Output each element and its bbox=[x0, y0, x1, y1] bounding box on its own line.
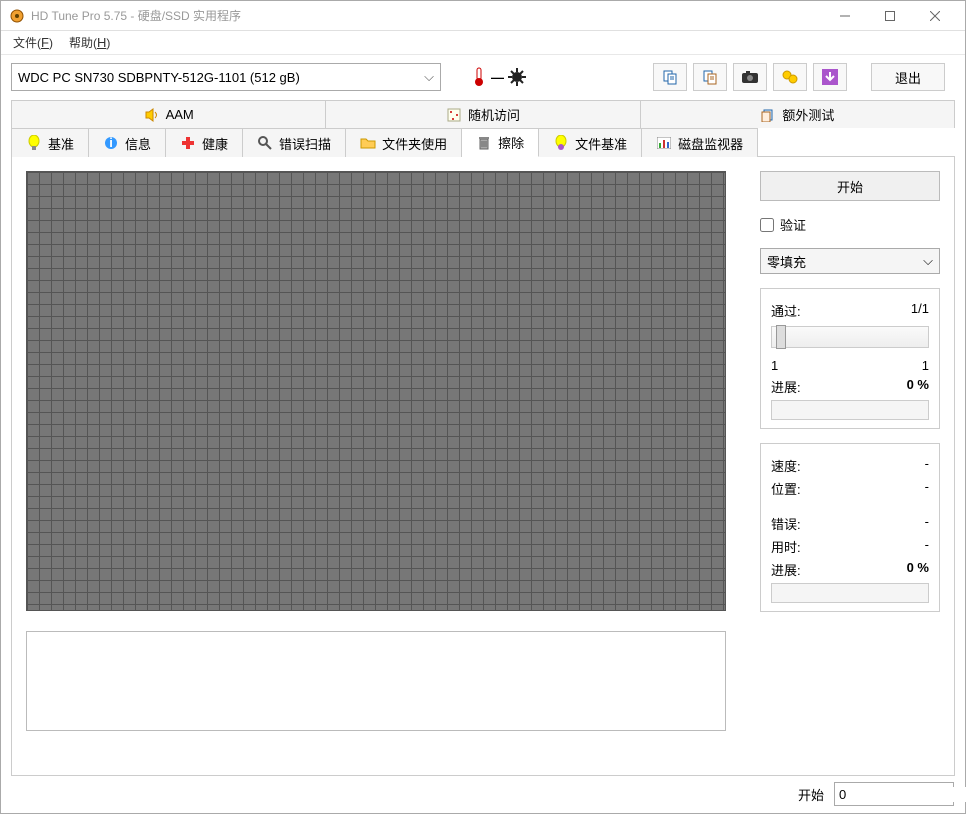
copy-info-button[interactable] bbox=[693, 63, 727, 91]
minimize-button[interactable] bbox=[822, 1, 867, 30]
speaker-icon bbox=[144, 107, 160, 123]
titlebar: HD Tune Pro 5.75 - 硬盘/SSD 实用程序 bbox=[1, 1, 965, 31]
speed-value: - bbox=[925, 456, 929, 475]
overall-progress-bar bbox=[771, 583, 929, 603]
tab-info[interactable]: i信息 bbox=[89, 128, 166, 157]
temp-dash: — bbox=[491, 70, 504, 85]
erase-panel: 开始 验证 零填充 ⌵ 通过: 1/1 1 1 进展: 0 % 速度: - 位置: - 错… bbox=[11, 156, 955, 776]
folder-icon bbox=[360, 135, 376, 151]
tab-extra[interactable]: 额外测试 bbox=[641, 100, 955, 128]
search-icon bbox=[257, 135, 273, 151]
tab-benchmark[interactable]: 基准 bbox=[11, 128, 89, 157]
menu-file[interactable]: 文件(F) bbox=[5, 32, 61, 53]
start-pos-label: 开始 bbox=[798, 785, 824, 804]
tab-diskmon[interactable]: 磁盘监视器 bbox=[642, 128, 758, 157]
filebench-icon bbox=[553, 135, 569, 151]
tab-random[interactable]: 随机访问 bbox=[326, 100, 640, 128]
maximize-button[interactable] bbox=[867, 1, 912, 30]
tab-filebench[interactable]: 文件基准 bbox=[539, 128, 642, 157]
pass-progress-bar bbox=[771, 400, 929, 420]
tab-folder[interactable]: 文件夹使用 bbox=[346, 128, 462, 157]
chevron-down-icon: ⌵ bbox=[923, 253, 933, 269]
start-button[interactable]: 开始 bbox=[760, 171, 940, 201]
toolbar: WDC PC SN730 SDBPNTY-512G-1101 (512 gB) … bbox=[1, 55, 965, 99]
pass-slider[interactable] bbox=[771, 326, 929, 348]
info-icon: i bbox=[103, 135, 119, 151]
chart-icon bbox=[656, 135, 672, 151]
gear-icon[interactable] bbox=[508, 68, 526, 86]
trash-icon bbox=[476, 135, 492, 151]
pass-group: 通过: 1/1 1 1 进展: 0 % bbox=[760, 288, 940, 429]
errors-value: - bbox=[925, 514, 929, 533]
options-button[interactable] bbox=[773, 63, 807, 91]
position-label: 位置: bbox=[771, 479, 801, 498]
side-panel: 开始 验证 零填充 ⌵ 通过: 1/1 1 1 进展: 0 % 速度: - 位置: - 错… bbox=[760, 171, 940, 761]
verify-checkbox[interactable] bbox=[760, 218, 774, 232]
tab-errorscan[interactable]: 错误扫描 bbox=[243, 128, 346, 157]
exit-button[interactable]: 退出 bbox=[871, 63, 945, 91]
log-output bbox=[26, 631, 726, 731]
elapsed-value: - bbox=[925, 537, 929, 556]
close-button[interactable] bbox=[912, 1, 957, 30]
verify-label: 验证 bbox=[780, 215, 806, 234]
extra-icon bbox=[760, 107, 776, 123]
menu-help[interactable]: 帮助(H) bbox=[61, 32, 118, 53]
thermometer-icon bbox=[471, 67, 487, 87]
temperature-display: — bbox=[471, 67, 526, 87]
elapsed-label: 用时: bbox=[771, 537, 801, 556]
stats-group: 速度: - 位置: - 错误: - 用时: - 进展: 0 % bbox=[760, 443, 940, 612]
block-map bbox=[26, 171, 726, 611]
progress-label: 进展: bbox=[771, 377, 801, 396]
verify-checkbox-row[interactable]: 验证 bbox=[760, 215, 940, 234]
fill-method-value: 零填充 bbox=[767, 252, 806, 271]
health-icon bbox=[180, 135, 196, 151]
svg-text:i: i bbox=[109, 136, 113, 150]
save-button[interactable] bbox=[813, 63, 847, 91]
tab-erase[interactable]: 擦除 bbox=[462, 128, 539, 157]
app-icon bbox=[9, 8, 25, 24]
fill-method-selector[interactable]: 零填充 ⌵ bbox=[760, 248, 940, 274]
progress2-label: 进展: bbox=[771, 560, 801, 579]
menubar: 文件(F) 帮助(H) bbox=[1, 31, 965, 55]
drive-selected: WDC PC SN730 SDBPNTY-512G-1101 (512 gB) bbox=[18, 70, 300, 85]
bulb-icon bbox=[26, 135, 42, 151]
start-spinner[interactable]: ▲▼ bbox=[834, 782, 954, 806]
screenshot-button[interactable] bbox=[733, 63, 767, 91]
random-icon bbox=[446, 107, 462, 123]
progress2-value: 0 % bbox=[907, 560, 929, 579]
drive-selector[interactable]: WDC PC SN730 SDBPNTY-512G-1101 (512 gB) … bbox=[11, 63, 441, 91]
start-input[interactable] bbox=[835, 787, 966, 802]
pass-label: 通过: bbox=[771, 301, 801, 320]
speed-label: 速度: bbox=[771, 456, 801, 475]
copy-text-button[interactable] bbox=[653, 63, 687, 91]
position-value: - bbox=[925, 479, 929, 498]
pass-min: 1 bbox=[771, 358, 778, 373]
pass-value: 1/1 bbox=[911, 301, 929, 320]
tabs-top: AAM 随机访问 额外测试 bbox=[11, 99, 955, 127]
tab-aam[interactable]: AAM bbox=[11, 100, 326, 128]
chevron-down-icon: ⌵ bbox=[424, 69, 434, 85]
window-title: HD Tune Pro 5.75 - 硬盘/SSD 实用程序 bbox=[31, 7, 822, 24]
bottom-bar: 开始 ▲▼ bbox=[0, 778, 966, 814]
progress-value: 0 % bbox=[907, 377, 929, 396]
pass-max: 1 bbox=[922, 358, 929, 373]
tabs-bottom: 基准 i信息 健康 错误扫描 文件夹使用 擦除 文件基准 磁盘监视器 bbox=[11, 127, 955, 156]
tab-health[interactable]: 健康 bbox=[166, 128, 243, 157]
errors-label: 错误: bbox=[771, 514, 801, 533]
